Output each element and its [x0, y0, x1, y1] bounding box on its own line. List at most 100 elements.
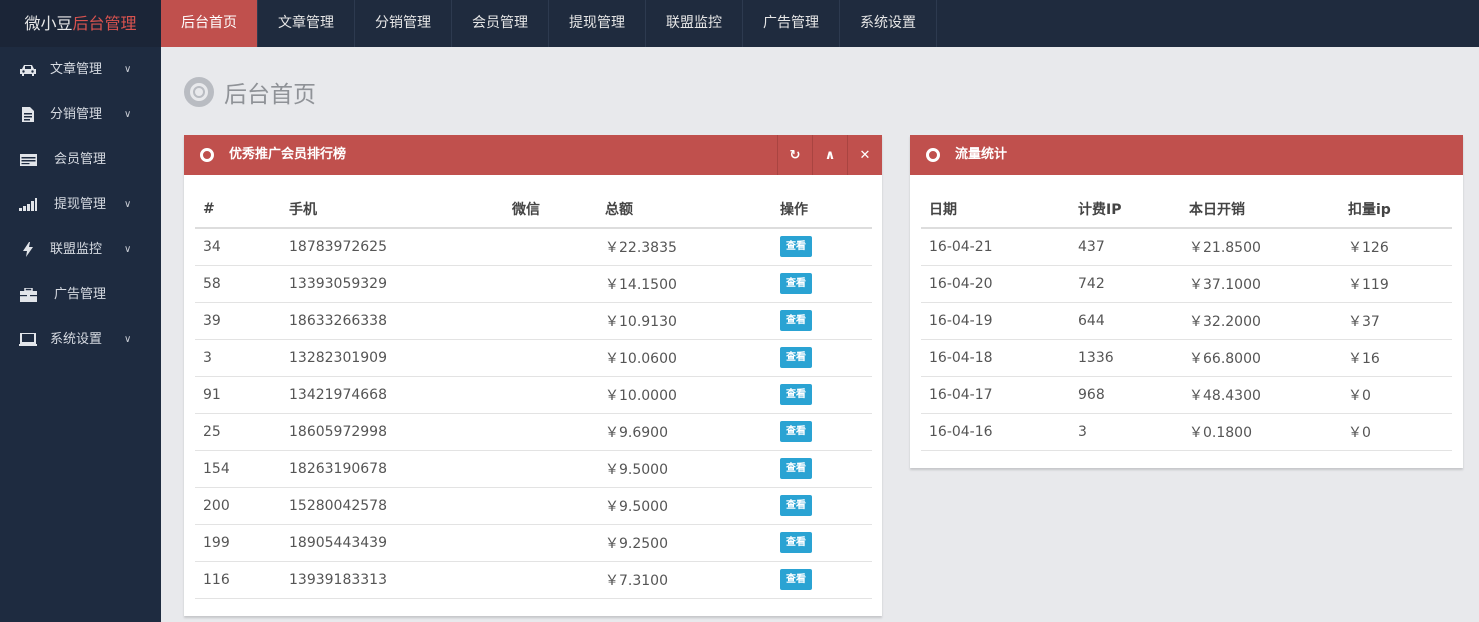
brand-prefix: 微小豆 — [24, 14, 73, 33]
lifebuoy-icon — [184, 77, 214, 107]
sidebar-item-label: 提现管理 — [54, 197, 107, 212]
close-icon: ✕ — [859, 147, 871, 163]
topnav-item-articles[interactable]: 文章管理 — [258, 0, 355, 47]
topnav-item-members[interactable]: 会员管理 — [452, 0, 549, 47]
cell-action: 查看 — [772, 487, 872, 525]
cell-cost: ￥66.8000 — [1181, 339, 1340, 377]
cell-ip: 644 — [1070, 302, 1181, 340]
cell-cost: ￥21.8500 — [1181, 228, 1340, 266]
ranking-panel-header: 优秀推广会员排行榜 ↻ ∧ ✕ — [184, 135, 882, 175]
chevron-down-icon: ∨ — [124, 64, 132, 75]
cell-total: ￥10.9130 — [597, 302, 772, 340]
traffic-table-body: 16-04-21 437 ￥21.8500 ￥126 16-04-20 742 ￥37.10… — [921, 228, 1452, 451]
document-icon — [18, 92, 38, 137]
cell-total: ￥22.3835 — [597, 228, 772, 266]
panel-title: 流量统计 — [955, 147, 1008, 162]
cell-date: 16-04-21 — [921, 228, 1070, 266]
view-button[interactable]: 查看 — [780, 236, 812, 258]
cell-cost: ￥0.1800 — [1181, 413, 1340, 451]
traffic-panel-header: 流量统计 — [910, 135, 1463, 175]
view-button[interactable]: 查看 — [780, 347, 812, 368]
cell-cost: ￥37.1000 — [1181, 265, 1340, 303]
table-row: 16-04-16 3 ￥0.1800 ￥0 — [921, 413, 1452, 451]
signal-icon — [18, 182, 38, 227]
cell-action: 查看 — [772, 561, 872, 599]
cell-date: 16-04-20 — [921, 265, 1070, 303]
page-header: 后台首页 — [184, 72, 316, 112]
column-header-phone: 手机 — [281, 190, 504, 229]
table-row: 58 13393059329 ￥14.1500 查看 — [195, 265, 872, 303]
table-row: 16-04-21 437 ￥21.8500 ￥126 — [921, 228, 1452, 266]
cell-wechat — [504, 524, 597, 562]
view-button[interactable]: 查看 — [780, 310, 812, 331]
cell-phone: 15280042578 — [281, 487, 504, 525]
topnav-item-distribution[interactable]: 分销管理 — [355, 0, 452, 47]
table-row: 25 18605972998 ￥9.6900 查看 — [195, 413, 872, 451]
cell-phone: 18263190678 — [281, 450, 504, 488]
sidebar-item-articles[interactable]: 文章管理 ∨ — [0, 47, 161, 92]
column-header-action: 操作 — [772, 190, 872, 229]
sidebar-item-distribution[interactable]: 分销管理 ∨ — [0, 92, 161, 137]
view-button[interactable]: 查看 — [780, 384, 812, 405]
view-button[interactable]: 查看 — [780, 458, 812, 479]
cell-date: 16-04-18 — [921, 339, 1070, 377]
view-button[interactable]: 查看 — [780, 273, 812, 294]
cell-ip: 1336 — [1070, 339, 1181, 377]
column-header-daily-cost: 本日开销 — [1181, 190, 1340, 229]
cell-ip: 968 — [1070, 376, 1181, 414]
cell-total: ￥9.5000 — [597, 450, 772, 488]
table-row: 34 18783972625 ￥22.3835 查看 — [195, 228, 872, 266]
bolt-icon — [18, 227, 38, 272]
view-button[interactable]: 查看 — [780, 569, 812, 590]
topnav-item-alliance[interactable]: 联盟监控 — [646, 0, 743, 47]
cell-deduct: ￥0 — [1340, 376, 1452, 414]
topnav-item-settings[interactable]: 系统设置 — [840, 0, 937, 47]
ranking-panel: 优秀推广会员排行榜 ↻ ∧ ✕ # 手机 微信 总额 操作 34 18783972… — [184, 135, 882, 616]
brand-accent: 后台管理 — [72, 14, 137, 33]
view-button[interactable]: 查看 — [780, 532, 812, 553]
cell-cost: ￥48.4300 — [1181, 376, 1340, 414]
view-button[interactable]: 查看 — [780, 495, 812, 516]
cell-phone: 13939183313 — [281, 561, 504, 599]
top-nav: 后台首页 文章管理 分销管理 会员管理 提现管理 联盟监控 广告管理 系统设置 — [161, 0, 937, 47]
panel-tools: ↻ ∧ ✕ — [777, 135, 882, 175]
cell-id: 34 — [195, 228, 281, 266]
sidebar-item-ads[interactable]: 广告管理 — [0, 272, 161, 317]
column-header-wechat: 微信 — [504, 190, 597, 229]
table-row: 154 18263190678 ￥9.5000 查看 — [195, 450, 872, 488]
card-icon — [18, 137, 38, 182]
cell-total: ￥10.0600 — [597, 339, 772, 377]
cell-action: 查看 — [772, 265, 872, 303]
cell-wechat — [504, 228, 597, 266]
sidebar-item-settings[interactable]: 系统设置 ∨ — [0, 317, 161, 362]
sidebar-item-alliance[interactable]: 联盟监控 ∨ — [0, 227, 161, 272]
refresh-button[interactable]: ↻ — [777, 135, 812, 175]
close-button[interactable]: ✕ — [847, 135, 882, 175]
cell-phone: 13282301909 — [281, 339, 504, 377]
cell-action: 查看 — [772, 302, 872, 340]
column-header-deducted-ip: 扣量ip — [1340, 190, 1452, 229]
panel-title: 优秀推广会员排行榜 — [229, 147, 347, 162]
table-row: 16-04-18 1336 ￥66.8000 ￥16 — [921, 339, 1452, 377]
cell-date: 16-04-19 — [921, 302, 1070, 340]
topnav-item-withdraw[interactable]: 提现管理 — [549, 0, 646, 47]
topnav-item-home[interactable]: 后台首页 — [161, 0, 258, 47]
column-header-id: # — [195, 190, 281, 229]
cell-deduct: ￥37 — [1340, 302, 1452, 340]
cell-ip: 437 — [1070, 228, 1181, 266]
lifebuoy-icon — [926, 148, 940, 162]
cell-date: 16-04-17 — [921, 376, 1070, 414]
sidebar-item-withdraw[interactable]: 提现管理 ∨ — [0, 182, 161, 227]
brand-logo[interactable]: 微小豆后台管理 — [0, 0, 161, 47]
top-navbar: 微小豆后台管理 后台首页 文章管理 分销管理 会员管理 提现管理 联盟监控 广告… — [0, 0, 1479, 47]
chevron-down-icon: ∨ — [124, 334, 132, 345]
collapse-button[interactable]: ∧ — [812, 135, 847, 175]
view-button[interactable]: 查看 — [780, 421, 812, 442]
cell-phone: 13421974668 — [281, 376, 504, 414]
cell-action: 查看 — [772, 339, 872, 377]
topnav-item-ads[interactable]: 广告管理 — [743, 0, 840, 47]
column-header-total: 总额 — [597, 190, 772, 229]
sidebar-item-label: 分销管理 — [50, 107, 103, 122]
sidebar-item-members[interactable]: 会员管理 — [0, 137, 161, 182]
column-header-billed-ip: 计费IP — [1070, 190, 1181, 229]
